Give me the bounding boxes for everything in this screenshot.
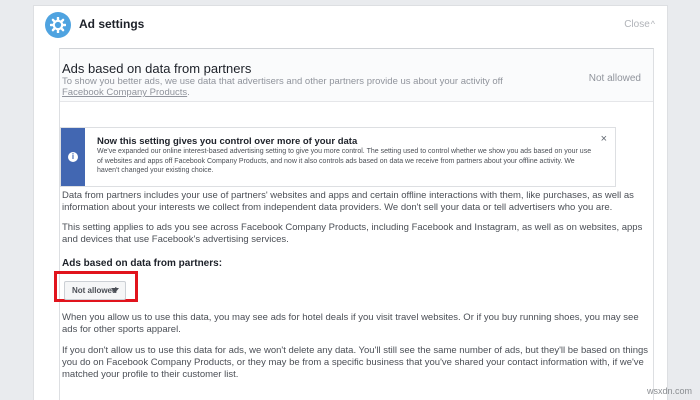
dropdown-label: Ads based on data from partners: — [62, 258, 223, 269]
notice-body: We've expanded our online interest-based… — [97, 148, 592, 174]
partners-data-paragraph: Data from partners includes your use of … — [62, 190, 634, 213]
info-notice: i Now this setting gives you control ove… — [60, 127, 616, 187]
info-icon: i — [68, 152, 78, 162]
close-icon[interactable]: × — [601, 133, 607, 145]
panel-header: Ad settings Close^ — [34, 6, 667, 44]
allow-explanation-paragraph: When you allow us to use this data, you … — [62, 312, 639, 335]
permission-dropdown[interactable]: Not allowed — [64, 281, 126, 300]
watermark: wsxdn.com — [646, 386, 692, 396]
close-label: Close — [624, 19, 650, 30]
caret-down-icon — [111, 288, 119, 293]
highlight-annotation: Not allowed — [54, 271, 138, 302]
section-title: Ads based on data from partners — [62, 61, 252, 76]
setting-scope-paragraph: This setting applies to ads you see acro… — [62, 222, 643, 245]
company-products-link[interactable]: Facebook Company Products — [62, 87, 187, 98]
disallow-explanation-paragraph: If you don't allow us to use this data f… — [62, 345, 649, 380]
close-button[interactable]: Close^ — [624, 19, 655, 30]
section-description: To show you better ads, we use data that… — [62, 76, 532, 98]
status-value: Not allowed — [588, 73, 641, 84]
partners-data-section: Ads based on data from partners To show … — [54, 48, 654, 400]
page-title: Ad settings — [79, 17, 145, 31]
notice-title: Now this setting gives you control over … — [97, 136, 358, 147]
chevron-up-icon: ^ — [650, 19, 655, 29]
link-suffix: . — [187, 87, 190, 98]
gear-icon — [45, 12, 71, 38]
section-header: Ads based on data from partners To show … — [60, 49, 653, 102]
section-description-text: To show you better ads, we use data that… — [62, 76, 503, 87]
ad-settings-panel: Ad settings Close^ Ads based on data fro… — [33, 5, 668, 400]
notice-accent-bar: i — [61, 128, 85, 186]
